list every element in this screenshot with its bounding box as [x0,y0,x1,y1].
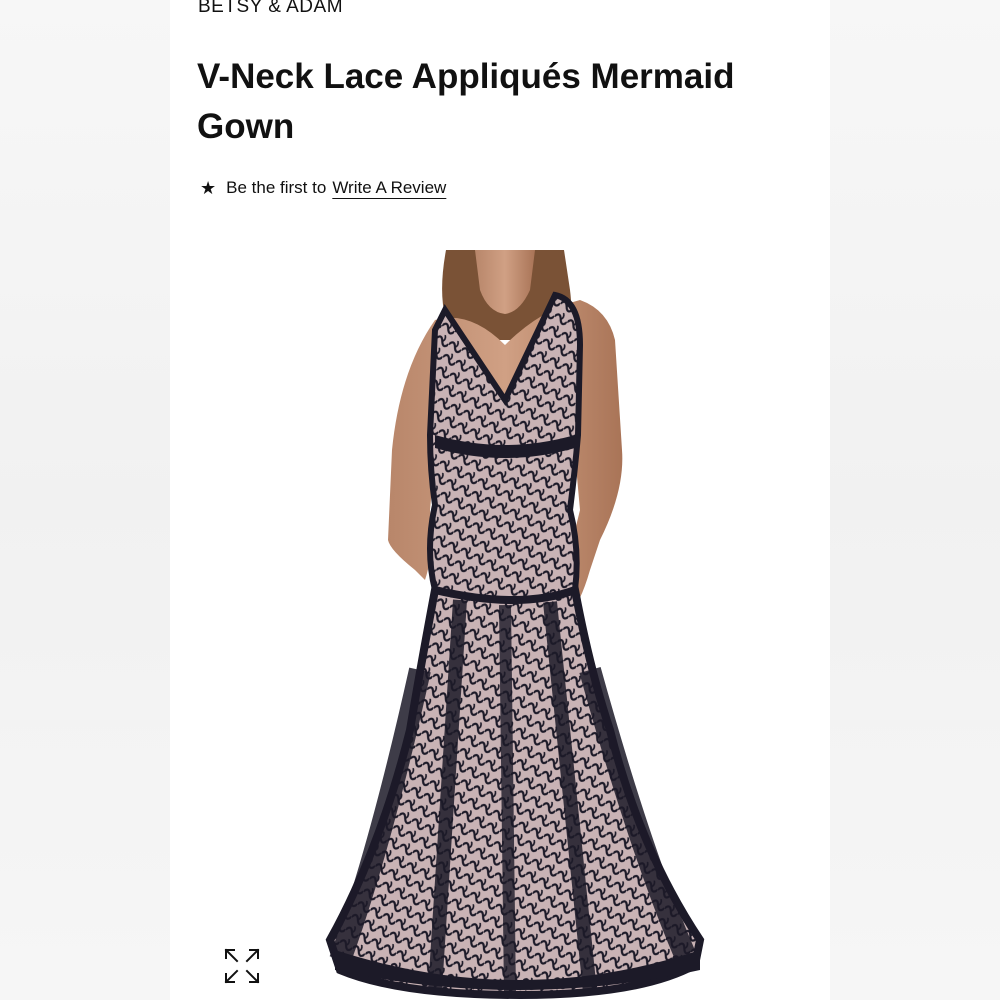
brand-name[interactable]: BETSY & ADAM [198,0,343,18]
review-prompt: Be the first to [226,178,327,197]
star-icon: ★ [200,178,217,198]
write-review-link[interactable]: Write A Review [332,178,446,198]
right-margin [830,0,1000,1000]
review-row: ★ Be the first to Write A Review [200,178,446,198]
left-margin [0,0,170,1000]
product-image[interactable] [230,250,820,1000]
expand-icon[interactable] [222,946,262,986]
product-title: V-Neck Lace Appliqués Mermaid Gown [197,57,735,146]
product-card: BETSY & ADAM V-Neck Lace Appliqués Merma… [170,0,830,1000]
